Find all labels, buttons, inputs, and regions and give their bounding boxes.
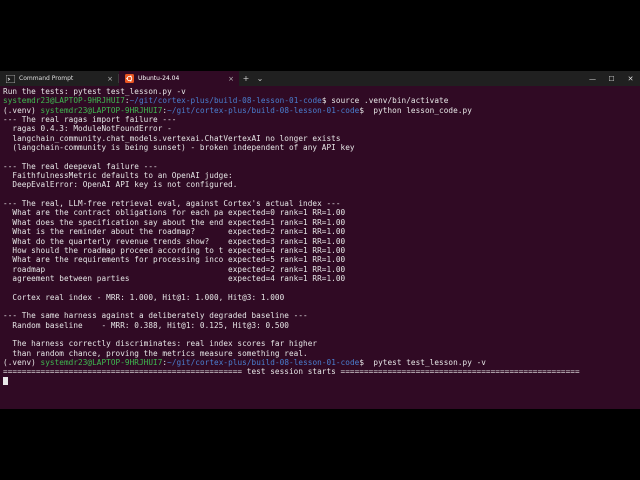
terminal-text: Random baseline - MRR: 0.388, Hit@1: 0.1…	[3, 320, 289, 330]
terminal-text: FaithfulnessMetric defaults to an OpenAI…	[3, 171, 233, 181]
ubuntu-icon	[125, 74, 134, 83]
close-icon[interactable]: ×	[227, 75, 235, 83]
terminal-line: Cortex real index - MRR: 1.000, Hit@1: 1…	[3, 293, 632, 302]
prompt-path: ~/git/cortex-plus/build-08-lesson-01-cod…	[167, 105, 360, 115]
terminal-line: roadmap expected=2 rank=1 RR=1.00	[3, 265, 632, 274]
terminal-text: (langchain-community is being sunset) - …	[3, 143, 355, 153]
terminal-line: agreement between parties expected=4 ran…	[3, 274, 632, 283]
tab-command-prompt[interactable]: Command Prompt ×	[0, 71, 118, 86]
title-bar: Command Prompt × Ubuntu-24.04 × + ⌄ — ☐ …	[0, 71, 640, 86]
terminal-line: What does the specification say about th…	[3, 218, 632, 227]
terminal-text: agreement between parties expected=4 ran…	[3, 273, 346, 283]
terminal-text: What are the requirements for processing…	[3, 255, 346, 265]
tab-ubuntu[interactable]: Ubuntu-24.04 ×	[119, 71, 239, 86]
terminal-text: ragas 0.4.3: ModuleNotFoundError -	[3, 124, 172, 134]
terminal-text: (.venv)	[3, 357, 41, 367]
terminal-line: (langchain-community is being sunset) - …	[3, 143, 632, 152]
terminal-line: What are the requirements for processing…	[3, 255, 632, 264]
terminal-line: The harness correctly discriminates: rea…	[3, 339, 632, 348]
terminal-line: (.venv) systemdr23@LAPTOP-9HRJHUI7:~/git…	[3, 358, 632, 367]
terminal-line: systemdr23@LAPTOP-9HRJHUI7:~/git/cortex-…	[3, 96, 632, 105]
terminal-text: langchain_community.chat_models.vertexai…	[3, 133, 341, 143]
terminal-text: How should the roadmap proceed according…	[3, 245, 346, 255]
terminal-text: --- The real ragas import failure ---	[3, 115, 177, 125]
chevron-down-icon[interactable]: ⌄	[253, 71, 267, 86]
terminal-text: --- The same harness against a deliberat…	[3, 311, 308, 321]
terminal-line: Run the tests: pytest test_lesson.py -v	[3, 87, 632, 96]
prompt-user: systemdr23@LAPTOP-9HRJHUI7	[3, 96, 125, 106]
terminal-line: --- The real, LLM-free retrieval eval, a…	[3, 199, 632, 208]
terminal-line: How should the roadmap proceed according…	[3, 246, 632, 255]
terminal-text: What does the specification say about th…	[3, 217, 346, 227]
terminal-line: ========================================…	[3, 367, 632, 376]
terminal-window: Command Prompt × Ubuntu-24.04 × + ⌄ — ☐ …	[0, 71, 640, 409]
terminal-line: ragas 0.4.3: ModuleNotFoundError -	[3, 124, 632, 133]
terminal-output[interactable]: Run the tests: pytest test_lesson.py -v s…	[3, 87, 632, 386]
terminal-text: $ pytest test_lesson.py -v	[359, 357, 486, 367]
terminal-line: Random baseline - MRR: 0.388, Hit@1: 0.1…	[3, 321, 632, 330]
terminal-text: The harness correctly discriminates: rea…	[3, 339, 318, 349]
terminal-text: (.venv)	[3, 105, 41, 115]
terminal-text: DeepEvalError: OpenAI API key is not con…	[3, 180, 238, 190]
terminal-line: --- The same harness against a deliberat…	[3, 311, 632, 320]
close-icon[interactable]: ×	[106, 75, 114, 83]
terminal-line: --- The real deepeval failure ---	[3, 162, 632, 171]
terminal-text: --- The real, LLM-free retrieval eval, a…	[3, 199, 341, 209]
tab-label: Command Prompt	[19, 75, 74, 82]
terminal-text: What are the contract obligations for ea…	[3, 208, 346, 218]
terminal-line: DeepEvalError: OpenAI API key is not con…	[3, 180, 632, 189]
prompt-path: ~/git/cortex-plus/build-08-lesson-01-cod…	[167, 357, 360, 367]
prompt-user: systemdr23@LAPTOP-9HRJHUI7	[40, 105, 163, 115]
terminal-line: --- The real ragas import failure ---	[3, 115, 632, 124]
terminal-line: than random chance, proving the metrics …	[3, 349, 632, 358]
prompt-path: ~/git/cortex-plus/build-08-lesson-01-cod…	[129, 96, 322, 106]
terminal-text: What do the quarterly revenue trends sho…	[3, 236, 346, 246]
terminal-line: FaithfulnessMetric defaults to an OpenAI…	[3, 171, 632, 180]
tab-label: Ubuntu-24.04	[138, 75, 180, 82]
terminal-text: $ source .venv/bin/activate	[321, 96, 449, 106]
prompt-user: systemdr23@LAPTOP-9HRJHUI7	[40, 357, 163, 367]
terminal-text: --- The real deepeval failure ---	[3, 161, 158, 171]
cmd-icon	[6, 74, 15, 83]
terminal-text: roadmap expected=2 rank=1 RR=1.00	[3, 264, 346, 274]
new-tab-button[interactable]: +	[239, 71, 253, 86]
terminal-text: Run the tests: pytest test_lesson.py -v	[3, 87, 186, 96]
maximize-button[interactable]: ☐	[602, 71, 621, 86]
terminal-text: $ python lesson_code.py	[359, 105, 472, 115]
terminal-text: Cortex real index - MRR: 1.000, Hit@1: 1…	[3, 292, 285, 302]
terminal-line: What are the contract obligations for ea…	[3, 208, 632, 217]
terminal-text: What is the reminder about the roadmap? …	[3, 227, 346, 237]
terminal-line	[3, 376, 632, 386]
terminal-line: langchain_community.chat_models.vertexai…	[3, 134, 632, 143]
scrollbar[interactable]	[635, 87, 639, 409]
terminal-text: than random chance, proving the metrics …	[3, 348, 308, 358]
close-window-button[interactable]: ✕	[621, 71, 640, 86]
minimize-button[interactable]: —	[583, 71, 602, 86]
terminal-line: (.venv) systemdr23@LAPTOP-9HRJHUI7:~/git…	[3, 106, 632, 115]
terminal-line: What do the quarterly revenue trends sho…	[3, 237, 632, 246]
cursor	[3, 376, 8, 385]
terminal-text: ========================================…	[3, 367, 580, 377]
terminal-line: What is the reminder about the roadmap? …	[3, 227, 632, 236]
